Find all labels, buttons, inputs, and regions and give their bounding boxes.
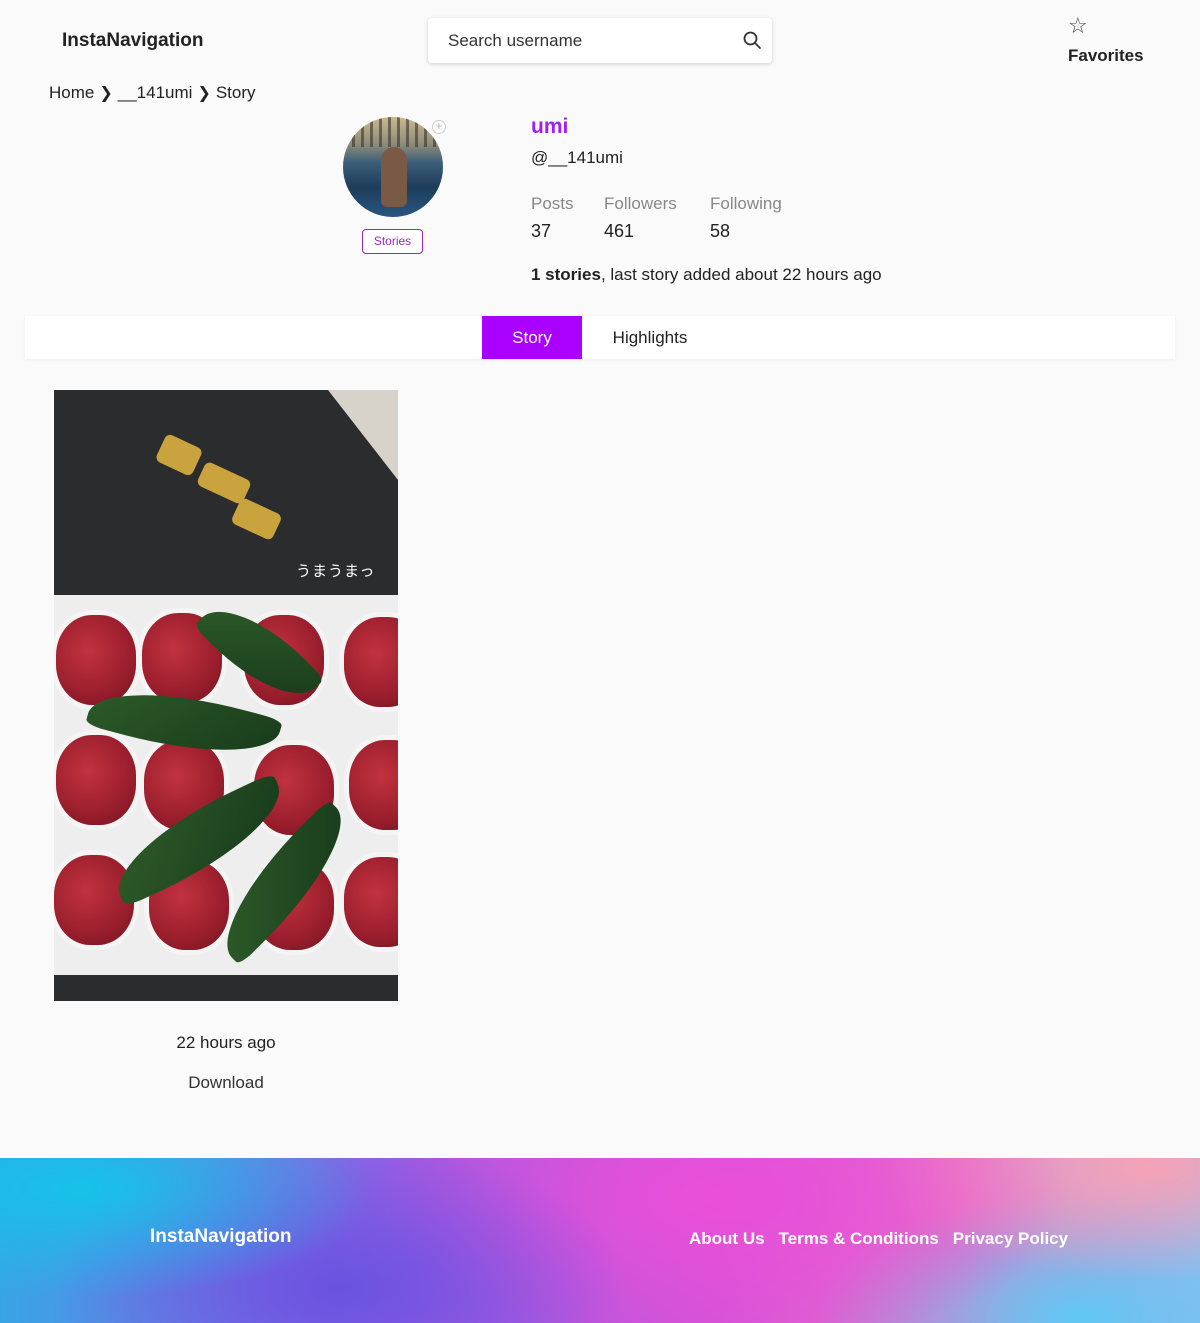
- story-fruit-tray: [54, 587, 398, 975]
- header: InstaNavigation ☆ Favorites: [0, 0, 1200, 80]
- search-box[interactable]: [428, 18, 772, 63]
- story-timestamp: 22 hours ago: [176, 1033, 276, 1052]
- story-count: 1 stories: [531, 265, 601, 284]
- footer-logo[interactable]: InstaNavigation: [150, 1226, 291, 1248]
- breadcrumb-home[interactable]: Home: [49, 83, 94, 103]
- footer-link-about[interactable]: About Us: [689, 1229, 765, 1249]
- stat-following: Following 58: [710, 194, 782, 242]
- lychee: [344, 617, 398, 707]
- story-box-corner: [328, 390, 398, 480]
- avatar[interactable]: [343, 117, 443, 217]
- stat-label: Followers: [604, 194, 677, 213]
- username-handle: @__141umi: [531, 148, 623, 167]
- stat-followers: Followers 461: [604, 194, 677, 242]
- footer-link-privacy[interactable]: Privacy Policy: [953, 1229, 1068, 1249]
- story-summary: 1 stories, last story added about 22 hou…: [531, 265, 882, 285]
- breadcrumb-current: Story: [215, 83, 256, 102]
- stat-value: 58: [710, 221, 731, 241]
- story-summary-text: , last story added about 22 hours ago: [600, 265, 882, 284]
- footer: InstaNavigation About Us Terms & Conditi…: [0, 1158, 1200, 1323]
- lychee: [56, 735, 136, 825]
- stories-badge[interactable]: Stories: [362, 229, 423, 254]
- tab-story[interactable]: Story: [482, 316, 582, 359]
- favorites-button[interactable]: ☆ Favorites: [1068, 14, 1148, 70]
- story-box-gold-lettering: [154, 430, 283, 542]
- tab-bar: Story Highlights: [25, 316, 1175, 359]
- breadcrumb-user[interactable]: __141umi: [118, 83, 193, 103]
- tab-highlights[interactable]: Highlights: [605, 316, 695, 359]
- display-name: umi: [531, 115, 569, 138]
- stat-value: 461: [604, 221, 635, 241]
- plus-circle-icon: +: [432, 120, 446, 134]
- stat-label: Following: [710, 194, 782, 213]
- breadcrumb: Home ❯ __141umi ❯ Story: [49, 82, 256, 104]
- story-box-base: [54, 975, 398, 1001]
- footer-links: About Us Terms & Conditions Privacy Poli…: [689, 1229, 1068, 1249]
- footer-link-terms[interactable]: Terms & Conditions: [779, 1229, 939, 1249]
- chevron-right-icon: ❯: [197, 85, 211, 102]
- search-icon[interactable]: [742, 30, 762, 50]
- avatar-background: [343, 117, 443, 147]
- chevron-right-icon: ❯: [99, 85, 113, 102]
- lychee: [56, 615, 136, 705]
- stat-value: 37: [531, 221, 552, 241]
- lychee: [344, 857, 398, 947]
- story-caption: うまうまっ: [296, 563, 376, 580]
- lychee: [349, 740, 398, 830]
- favorites-label: Favorites: [1068, 46, 1144, 65]
- story-box-lid: うまうまっ: [54, 390, 398, 595]
- stat-label: Posts: [531, 194, 574, 213]
- site-logo[interactable]: InstaNavigation: [62, 30, 203, 52]
- search-input[interactable]: [428, 18, 728, 63]
- star-outline-icon: ☆: [1068, 13, 1088, 38]
- avatar-figure: [381, 147, 407, 207]
- download-button[interactable]: Download: [54, 1073, 398, 1093]
- stat-posts: Posts 37: [531, 194, 574, 242]
- story-image[interactable]: うまうまっ: [54, 390, 398, 1001]
